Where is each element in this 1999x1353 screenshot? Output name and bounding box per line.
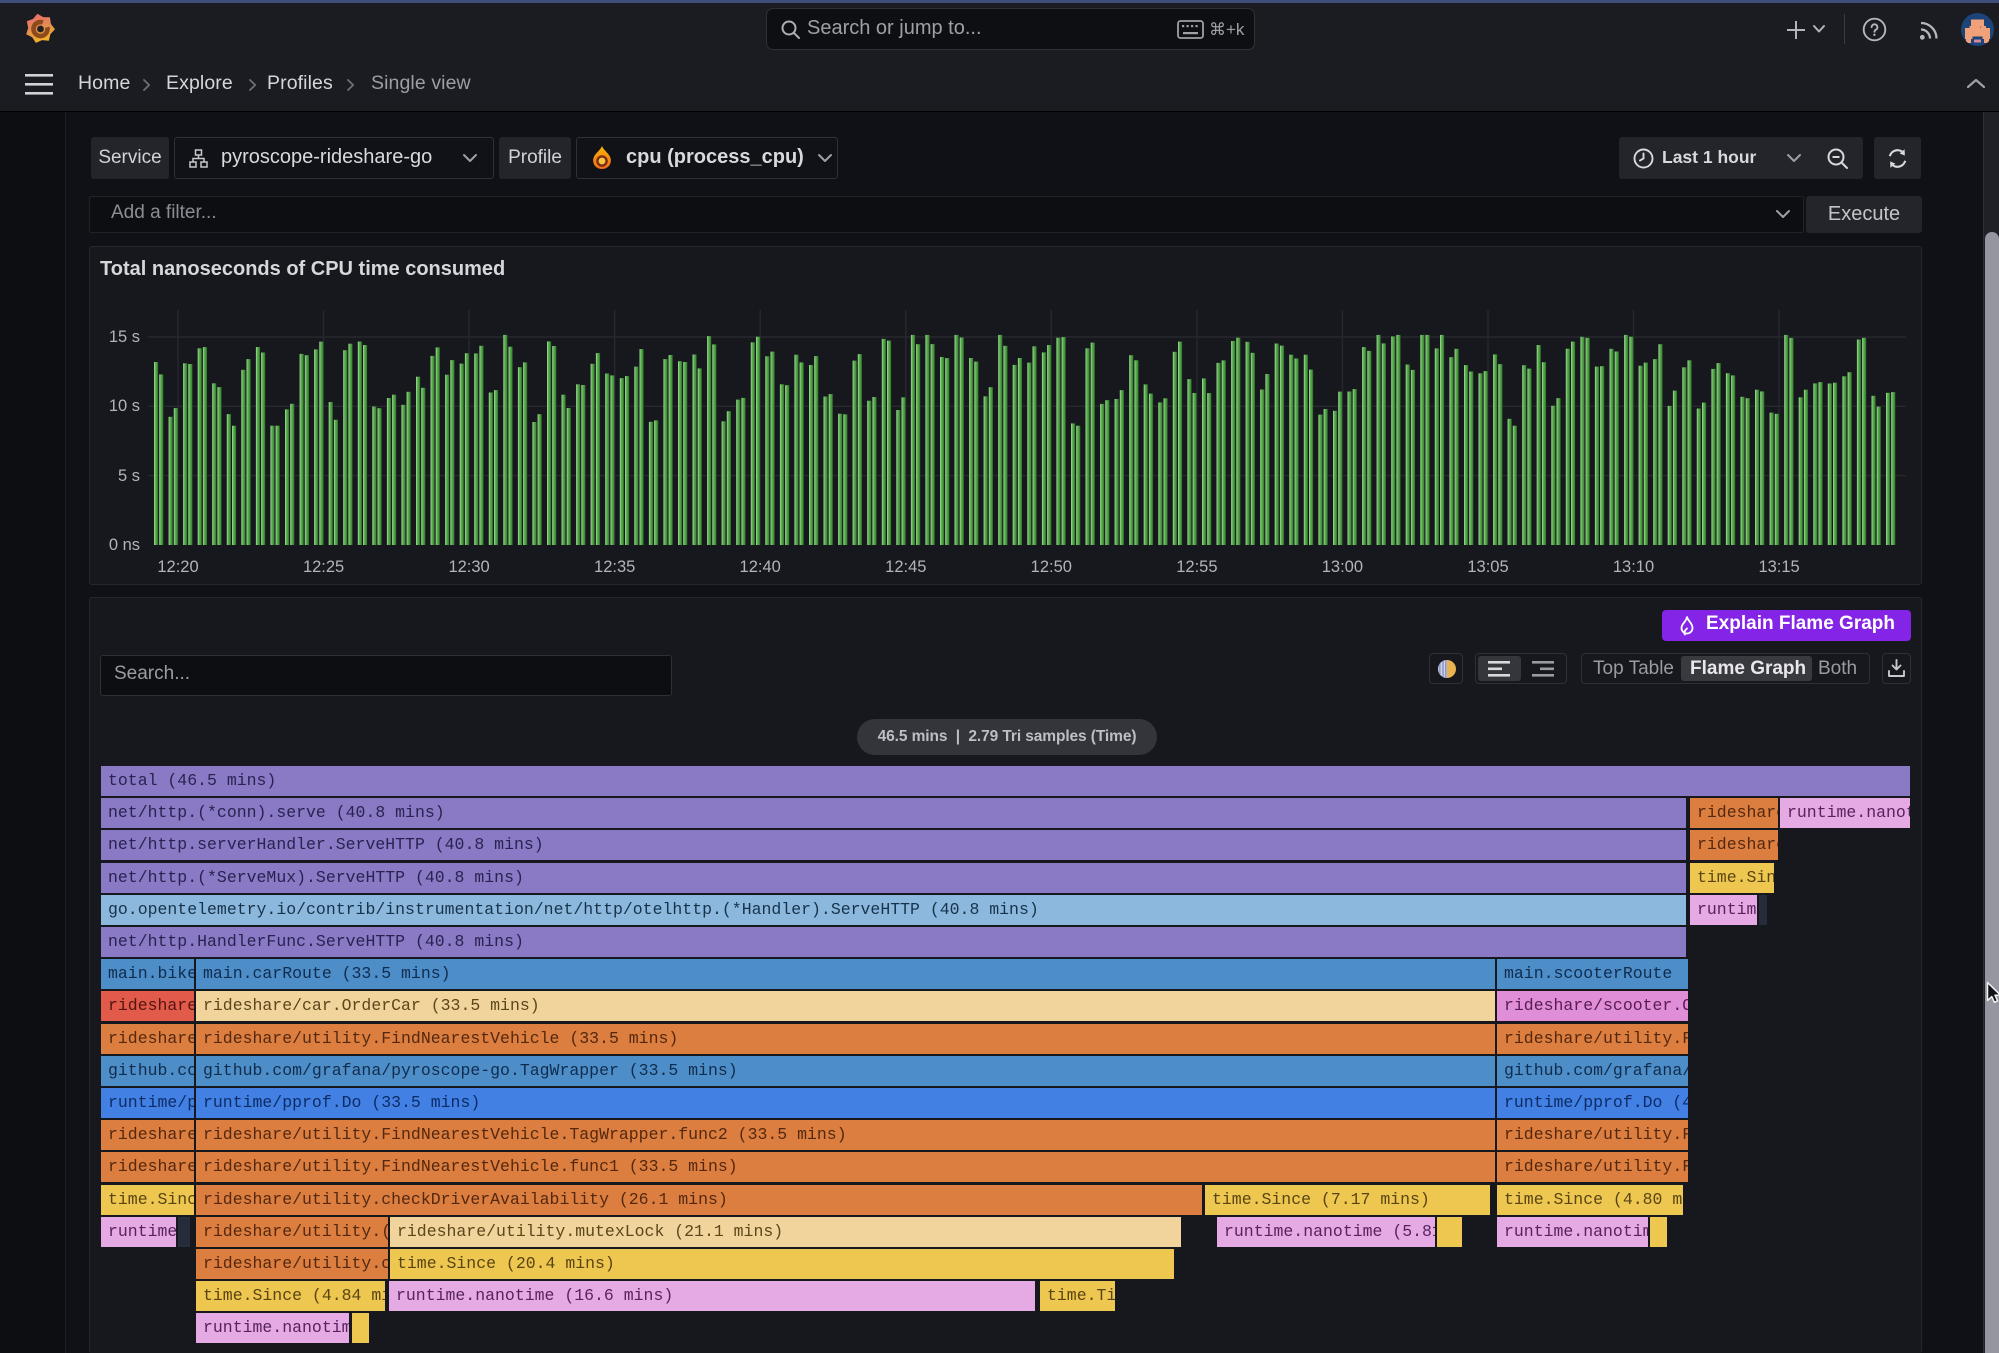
svg-text:13:00: 13:00 (1322, 558, 1363, 576)
svg-text:12:45: 12:45 (885, 558, 926, 576)
svg-text:13:15: 13:15 (1758, 558, 1799, 576)
svg-text:12:40: 12:40 (740, 558, 781, 576)
svg-text:13:05: 13:05 (1467, 558, 1508, 576)
svg-text:12:35: 12:35 (594, 558, 635, 576)
svg-text:12:50: 12:50 (1031, 558, 1072, 576)
svg-text:13:10: 13:10 (1613, 558, 1654, 576)
svg-text:12:30: 12:30 (448, 558, 489, 576)
svg-text:12:55: 12:55 (1176, 558, 1217, 576)
svg-text:12:20: 12:20 (157, 558, 198, 576)
svg-text:12:25: 12:25 (303, 558, 344, 576)
